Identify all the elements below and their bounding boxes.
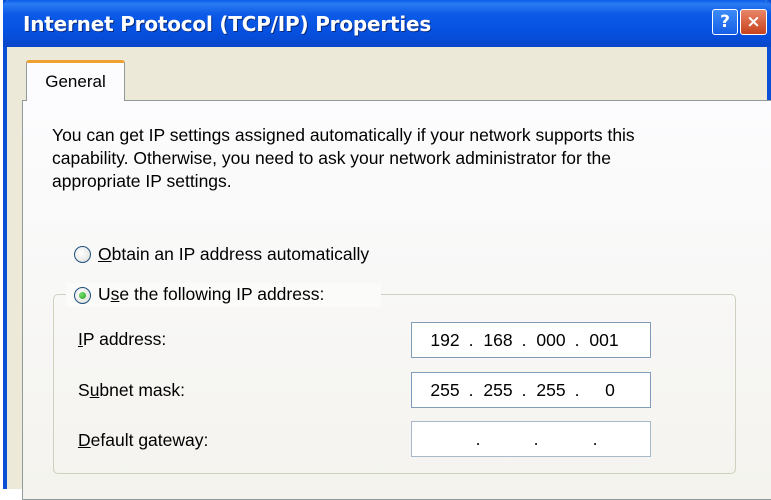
default-gateway-label: Default gateway: — [78, 430, 209, 450]
gateway-separator: . — [592, 429, 598, 449]
radio-selected-dot — [79, 292, 86, 299]
ip-octet-3[interactable]: 000 — [531, 330, 571, 351]
ip-octet-4[interactable]: 001 — [584, 330, 624, 351]
ip-separator: . — [521, 330, 527, 350]
ip-separator: . — [574, 330, 580, 350]
close-icon: × — [746, 12, 761, 32]
description-text: You can get IP settings assigned automat… — [52, 125, 635, 191]
subnet-octet-4[interactable]: 0 — [590, 380, 630, 401]
ip-separator: . — [468, 330, 474, 350]
help-icon: ? — [720, 12, 730, 32]
subnet-octet-1[interactable]: 255 — [425, 380, 465, 401]
ip-address-label: IP address: — [78, 329, 167, 349]
ip-address-field[interactable]: 192 . 168 . 000 . 001 — [411, 322, 651, 358]
close-button[interactable]: × — [740, 9, 767, 35]
radio-obtain-automatically-label[interactable]: Obtain an IP address automatically — [98, 244, 369, 265]
subnet-octet-2[interactable]: 255 — [478, 380, 518, 401]
radio-use-following-label[interactable]: Use the following IP address: — [98, 284, 324, 305]
ip-octet-1[interactable]: 192 — [425, 330, 465, 351]
radio-obtain-automatically[interactable] — [74, 246, 91, 263]
title-bar[interactable]: Internet Protocol (TCP/IP) Properties — [3, 0, 771, 47]
tab-label: General — [45, 72, 106, 91]
ip-octet-2[interactable]: 168 — [478, 330, 518, 351]
subnet-mask-label: Subnet mask: — [78, 380, 186, 400]
tab-general[interactable]: General — [26, 60, 125, 101]
default-gateway-field[interactable]: . . . — [411, 421, 651, 457]
gateway-separator: . — [475, 429, 481, 449]
window-title: Internet Protocol (TCP/IP) Properties — [23, 12, 432, 36]
radio-use-following[interactable] — [74, 287, 91, 304]
subnet-separator: . — [521, 380, 527, 400]
gateway-separator: . — [533, 429, 539, 449]
subnet-separator: . — [574, 380, 580, 400]
subnet-octet-3[interactable]: 255 — [531, 380, 571, 401]
help-button[interactable]: ? — [712, 9, 738, 35]
subnet-mask-field[interactable]: 255 . 255 . 255 . 0 — [411, 372, 651, 408]
subnet-separator: . — [468, 380, 474, 400]
